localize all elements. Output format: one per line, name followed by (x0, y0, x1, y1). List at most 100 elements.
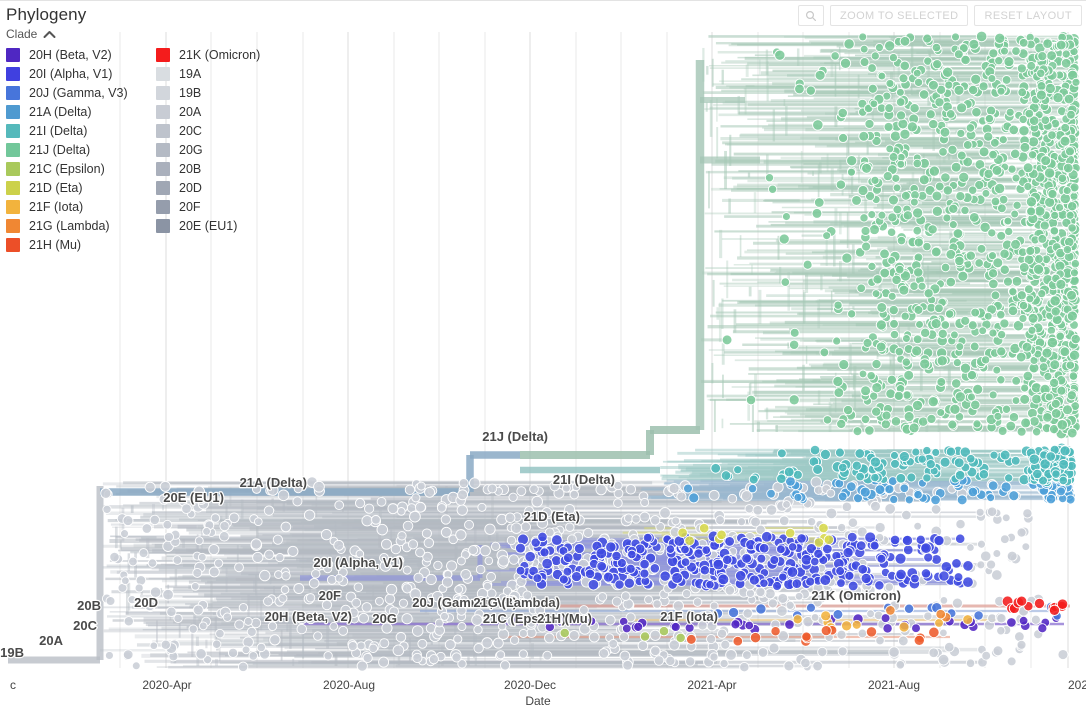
tree-tip[interactable] (138, 548, 149, 559)
tree-tip[interactable] (987, 480, 999, 491)
tree-tip[interactable] (720, 470, 732, 481)
tree-tip[interactable] (1039, 220, 1050, 231)
tree-tip[interactable] (264, 549, 275, 560)
tree-tip[interactable] (323, 651, 333, 661)
tree-tip[interactable] (832, 336, 842, 346)
tree-tip[interactable] (1008, 411, 1020, 423)
tree-tip[interactable] (895, 97, 906, 107)
tree-tip[interactable] (913, 77, 924, 87)
tree-tip[interactable] (378, 656, 390, 668)
tree-tip[interactable] (737, 517, 747, 527)
tree-tip[interactable] (602, 571, 614, 583)
tree-tip[interactable] (409, 510, 421, 523)
tree-tip[interactable] (539, 547, 550, 558)
tree-tip[interactable] (796, 533, 807, 544)
tree-tip[interactable] (888, 194, 899, 206)
tree-tip[interactable] (160, 639, 171, 650)
tree-tip[interactable] (953, 457, 965, 469)
tree-tip[interactable] (213, 558, 224, 568)
tree-tip[interactable] (896, 235, 907, 246)
tree-tip[interactable] (778, 572, 788, 582)
tree-tip[interactable] (518, 649, 528, 659)
tree-tip[interactable] (565, 522, 575, 532)
tree-tip[interactable] (978, 81, 989, 92)
tree-tip[interactable] (376, 496, 387, 507)
tree-tip[interactable] (931, 447, 941, 457)
tree-tip[interactable] (950, 330, 959, 340)
tree-tip[interactable] (724, 536, 735, 547)
tree-tip[interactable] (1023, 182, 1033, 192)
tree-tip[interactable] (1001, 75, 1012, 85)
tree-tip[interactable] (930, 318, 942, 330)
tree-tip[interactable] (263, 505, 275, 516)
tree-tip[interactable] (515, 542, 526, 554)
tree-tip[interactable] (999, 248, 1010, 259)
tree-tip[interactable] (1001, 404, 1012, 414)
tree-tip[interactable] (988, 390, 998, 400)
tree-tip[interactable] (913, 237, 924, 248)
tree-tip[interactable] (872, 274, 883, 285)
tree-tip[interactable] (149, 514, 160, 526)
tree-tip[interactable] (949, 403, 961, 415)
tree-tip[interactable] (999, 318, 1010, 329)
tree-tip[interactable] (867, 261, 877, 272)
tree-tip[interactable] (1062, 162, 1074, 174)
tree-tip[interactable] (817, 646, 828, 658)
legend-item-21j-delta[interactable]: 21J (Delta) (6, 140, 156, 159)
tree-tip[interactable] (162, 588, 174, 601)
tree-tip[interactable] (928, 626, 940, 639)
tree-tip[interactable] (837, 522, 847, 533)
tree-tip[interactable] (889, 130, 902, 142)
tree-tip[interactable] (996, 375, 1006, 385)
tree-tip[interactable] (902, 544, 914, 556)
tree-tip[interactable] (772, 581, 782, 591)
tree-tip[interactable] (832, 375, 844, 388)
tree-tip[interactable] (925, 109, 936, 120)
tree-tip[interactable] (865, 626, 878, 638)
tree-tip[interactable] (568, 630, 580, 641)
tree-tip[interactable] (1042, 38, 1053, 49)
tree-tip[interactable] (532, 573, 543, 584)
tree-tip[interactable] (529, 484, 539, 494)
tree-tip[interactable] (121, 576, 130, 585)
tree-tip[interactable] (468, 545, 479, 556)
tree-tip[interactable] (870, 500, 881, 512)
tree-tip[interactable] (1070, 334, 1081, 345)
tree-tip[interactable] (1008, 124, 1020, 136)
tree-tip[interactable] (919, 358, 931, 370)
tree-tip[interactable] (955, 191, 966, 202)
tree-tip[interactable] (858, 32, 868, 42)
tree-tip[interactable] (952, 358, 962, 368)
tree-tip[interactable] (128, 556, 138, 567)
tree-tip[interactable] (869, 99, 879, 109)
legend-item-21a-delta[interactable]: 21A (Delta) (6, 102, 156, 121)
tree-tip[interactable] (1018, 125, 1030, 137)
tree-tip[interactable] (468, 477, 481, 489)
tree-tip[interactable] (999, 449, 1011, 461)
tree-tip[interactable] (414, 501, 426, 513)
tree-tip[interactable] (835, 179, 847, 190)
tree-tip[interactable] (960, 205, 970, 215)
tree-tip[interactable] (1036, 68, 1046, 78)
tree-tip[interactable] (847, 517, 859, 528)
tree-tip[interactable] (639, 511, 651, 523)
tree-tip[interactable] (932, 59, 943, 70)
tree-tip[interactable] (884, 103, 894, 114)
tree-tip[interactable] (716, 628, 728, 639)
tree-tip[interactable] (396, 507, 406, 516)
tree-tip[interactable] (928, 118, 939, 130)
tree-tip[interactable] (788, 394, 800, 406)
tree-tip[interactable] (1052, 92, 1064, 104)
tree-tip[interactable] (939, 596, 949, 605)
tree-tip[interactable] (241, 645, 251, 655)
tree-tip[interactable] (424, 486, 436, 498)
tree-tip[interactable] (397, 531, 407, 541)
tree-tip[interactable] (758, 542, 770, 554)
tree-tip[interactable] (439, 611, 449, 621)
tree-tip[interactable] (728, 606, 740, 619)
tree-tip[interactable] (938, 570, 950, 582)
tree-tip[interactable] (671, 572, 684, 584)
tree-tip[interactable] (756, 553, 767, 564)
tree-tip[interactable] (911, 399, 924, 412)
tree-tip[interactable] (497, 555, 510, 567)
